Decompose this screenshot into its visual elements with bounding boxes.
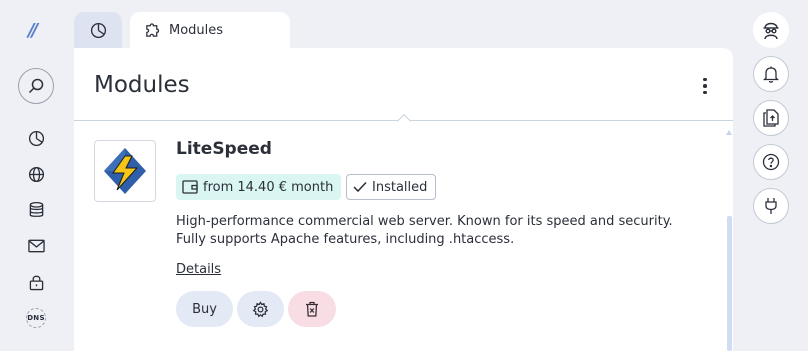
trash-icon [306, 301, 318, 317]
delete-button[interactable] [288, 291, 336, 327]
wallet-icon [182, 180, 198, 194]
user-avatar-button[interactable] [753, 12, 789, 48]
module-name: LiteSpeed [176, 139, 272, 159]
status-badge: Installed [346, 174, 437, 200]
sidebar-item-dashboard[interactable] [26, 128, 46, 148]
scrollbar-thumb[interactable] [727, 216, 732, 351]
search-button[interactable] [18, 68, 54, 104]
main-panel: Modules LiteSpeed from 14.40 € month Ins… [74, 48, 733, 351]
tab-dashboard[interactable] [74, 12, 122, 48]
buy-button[interactable]: Buy [176, 291, 233, 327]
checkmark-icon [353, 181, 367, 193]
lock-icon [29, 275, 43, 290]
app-logo[interactable]: // [28, 20, 38, 41]
sidebar-item-databases[interactable] [26, 200, 46, 220]
pie-chart-icon [90, 22, 106, 38]
status-text: Installed [372, 179, 428, 195]
sidebar-item-domains[interactable] [26, 164, 46, 184]
kebab-dot [703, 84, 707, 88]
litespeed-logo-icon [104, 148, 146, 194]
kebab-dot [703, 90, 707, 95]
file-upload-icon [763, 109, 779, 127]
file-upload-button[interactable] [753, 100, 789, 136]
module-logo [94, 140, 156, 202]
gear-icon [252, 300, 269, 317]
kebab-dot [703, 77, 707, 82]
globe-icon [28, 166, 44, 182]
plugin-icon [765, 198, 777, 214]
details-link[interactable]: Details [176, 262, 221, 277]
mail-icon [27, 239, 45, 253]
tab-modules[interactable]: Modules [130, 12, 290, 48]
pie-chart-icon [28, 130, 44, 146]
tab-label: Modules [169, 22, 224, 38]
notifications-button[interactable] [753, 56, 789, 92]
price-badge: from 14.40 € month [176, 174, 342, 200]
page-title: Modules [94, 72, 190, 98]
more-menu-button[interactable] [695, 74, 715, 98]
dns-icon: DNS [27, 314, 45, 322]
sidebar-item-email[interactable] [26, 236, 46, 256]
sidebar-item-security[interactable] [26, 272, 46, 292]
divider-notch [396, 113, 412, 129]
price-text: from 14.40 € month [203, 179, 334, 195]
sidebar-item-dns[interactable]: DNS [26, 308, 46, 328]
search-icon [28, 78, 44, 94]
bell-icon [763, 66, 779, 83]
help-icon [762, 153, 780, 171]
database-icon [29, 201, 43, 217]
plugin-button[interactable] [753, 188, 789, 224]
help-button[interactable] [753, 144, 789, 180]
module-description: High-performance commercial web server. … [176, 214, 673, 247]
avatar-icon [763, 22, 779, 40]
puzzle-icon [146, 22, 160, 37]
settings-button[interactable] [237, 291, 284, 327]
scroll-up-arrow[interactable] [726, 130, 732, 135]
left-sidebar: // DNS [0, 0, 72, 351]
